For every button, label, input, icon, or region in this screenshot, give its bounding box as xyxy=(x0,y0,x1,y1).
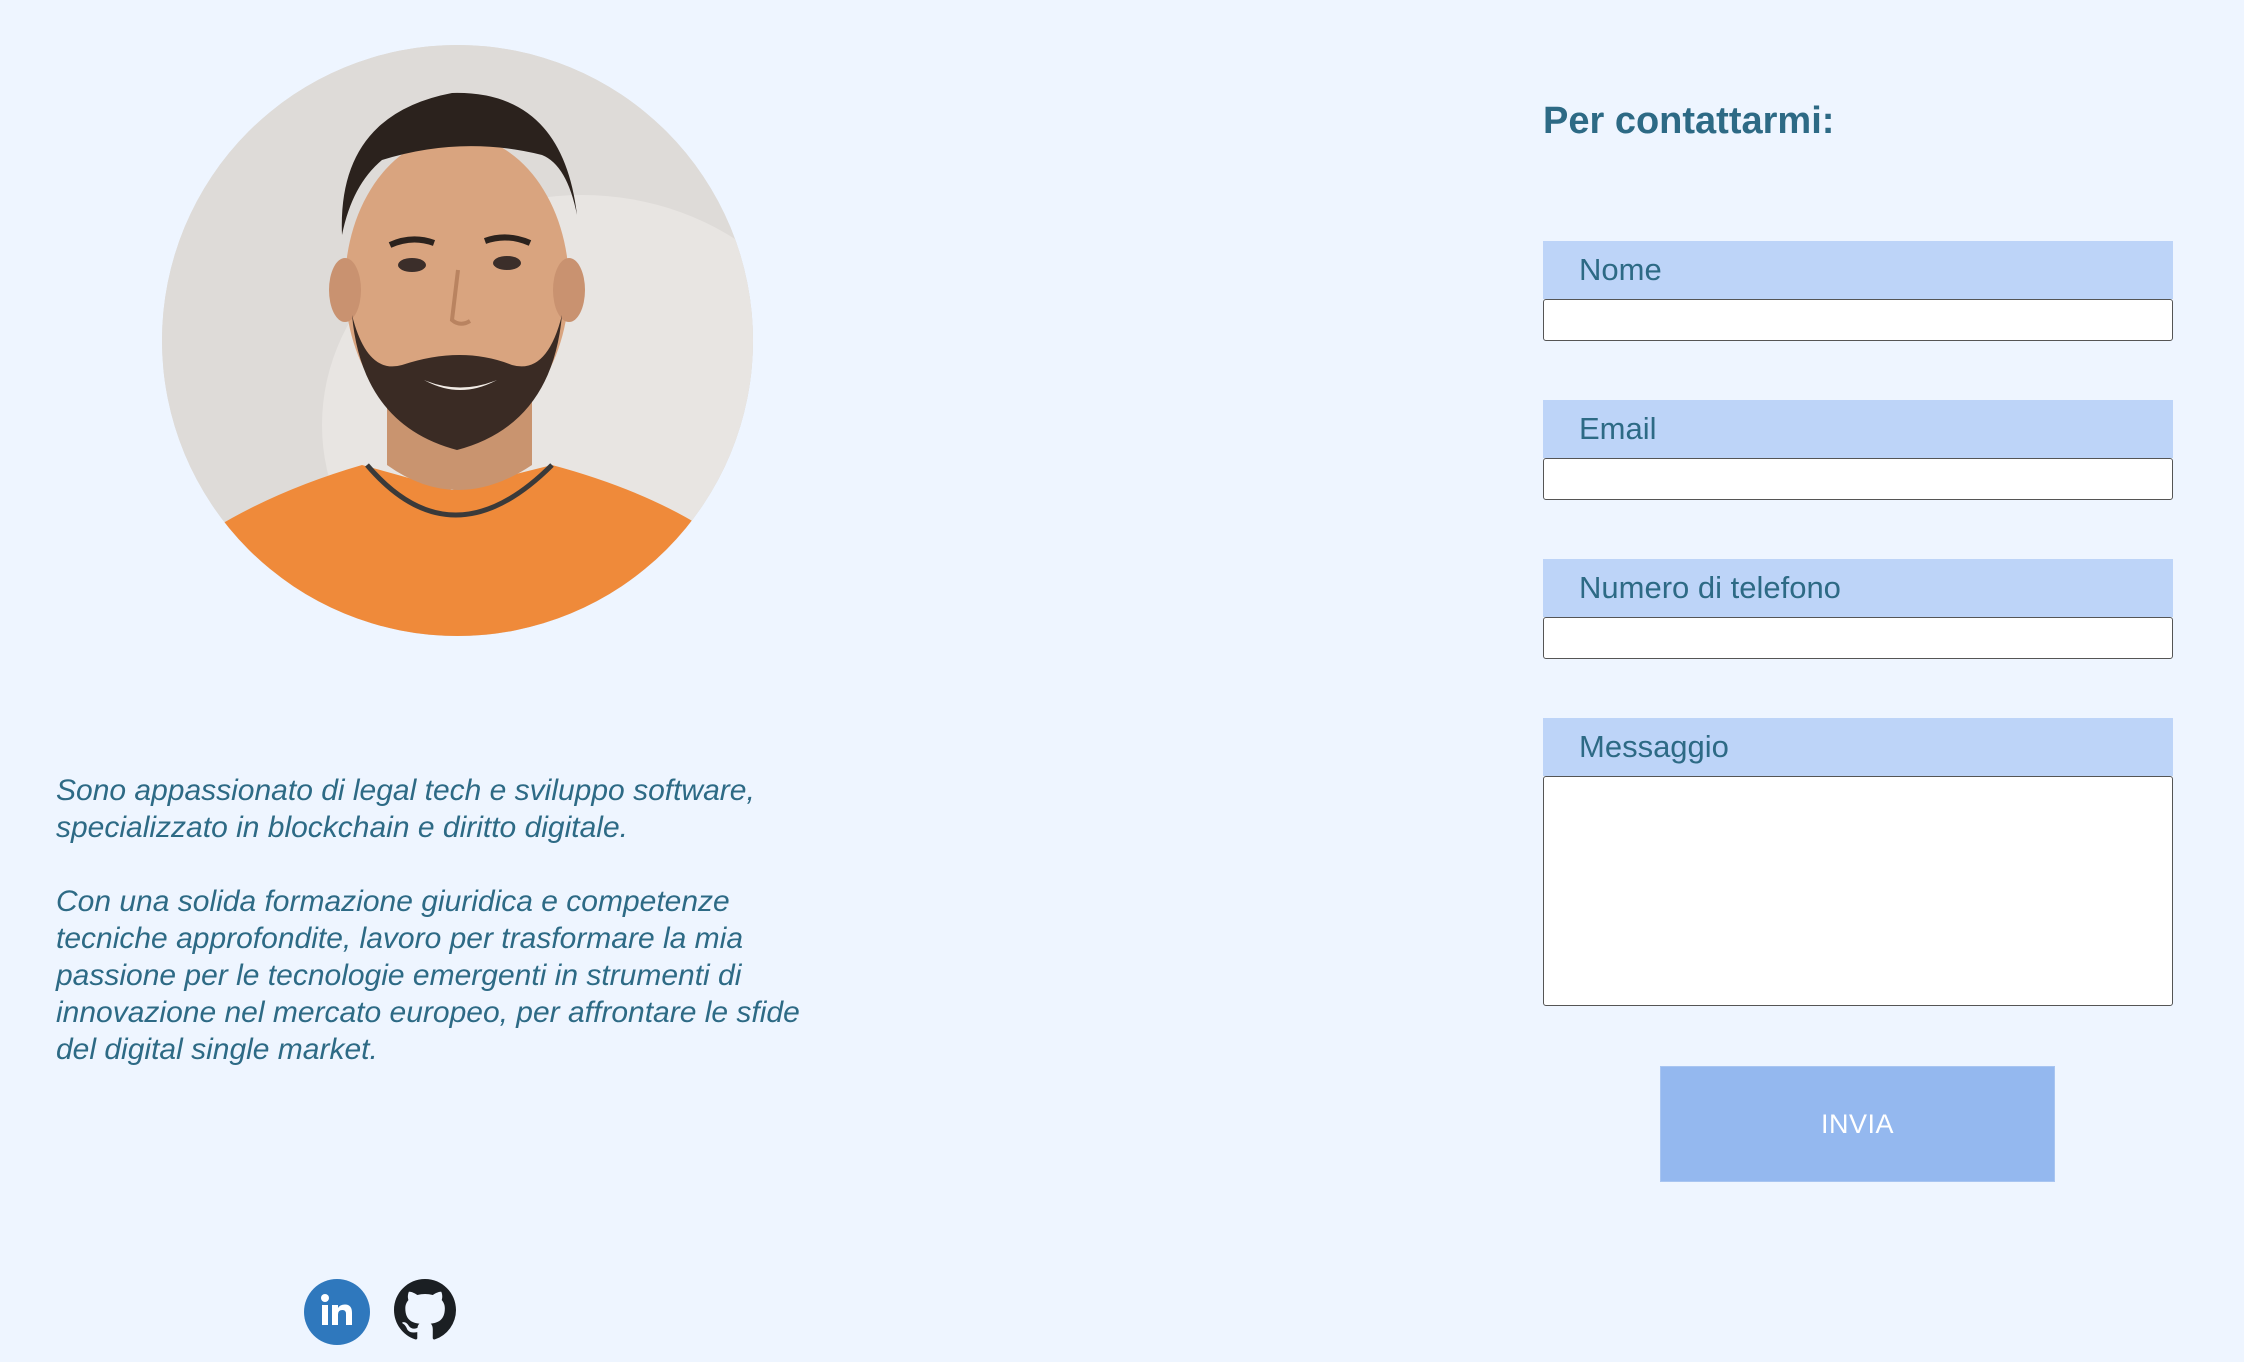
message-textarea[interactable] xyxy=(1543,776,2173,1006)
social-links xyxy=(304,1278,456,1346)
email-label: Email xyxy=(1543,400,2173,458)
github-icon xyxy=(394,1278,456,1346)
message-field-group: Messaggio xyxy=(1543,718,2173,1006)
bio-paragraph-1: Sono appassionato di legal tech e svilup… xyxy=(56,774,755,844)
page: Sono appassionato di legal tech e svilup… xyxy=(0,0,2244,1362)
bio-text: Sono appassionato di legal tech e svilup… xyxy=(56,772,936,1105)
linkedin-link[interactable] xyxy=(304,1279,370,1345)
profile-photo xyxy=(162,45,753,636)
email-field-group: Email xyxy=(1543,400,2173,500)
github-link[interactable] xyxy=(394,1278,456,1346)
linkedin-icon xyxy=(317,1290,357,1335)
submit-button[interactable]: INVIA xyxy=(1660,1066,2055,1182)
name-input[interactable] xyxy=(1543,299,2173,341)
bio-paragraph-2: Con una solida formazione giuridica e co… xyxy=(56,885,800,1066)
contact-form-title: Per contattarmi: xyxy=(1543,100,1835,142)
phone-input[interactable] xyxy=(1543,617,2173,659)
phone-label: Numero di telefono xyxy=(1543,559,2173,617)
name-label: Nome xyxy=(1543,241,2173,299)
message-label: Messaggio xyxy=(1543,718,2173,776)
email-input[interactable] xyxy=(1543,458,2173,500)
name-field-group: Nome xyxy=(1543,241,2173,341)
phone-field-group: Numero di telefono xyxy=(1543,559,2173,659)
